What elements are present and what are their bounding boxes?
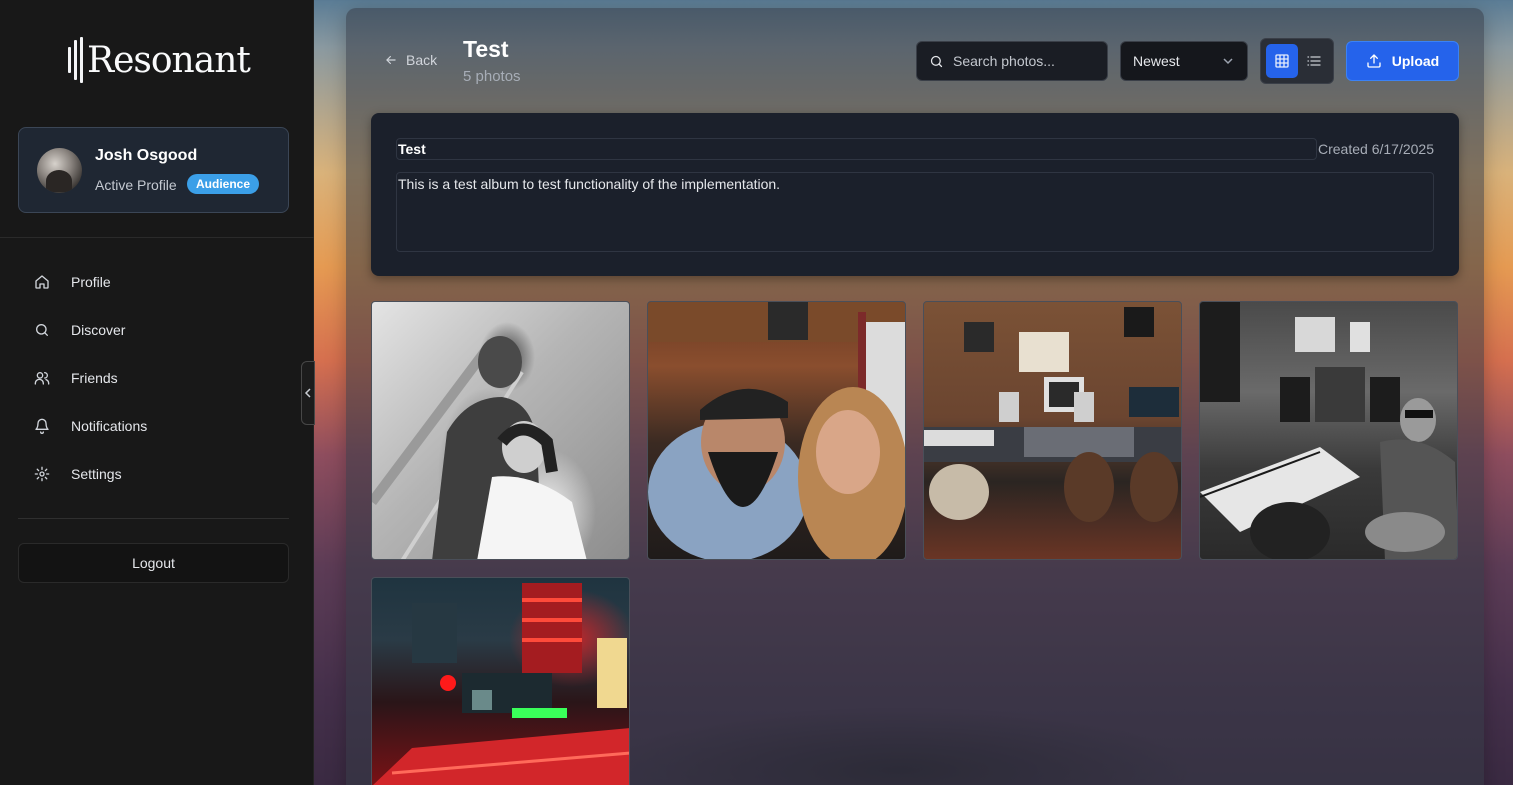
profile-name: Josh Osgood <box>95 147 198 164</box>
gear-icon <box>34 466 50 482</box>
logout-button[interactable]: Logout <box>18 543 289 583</box>
photo-count: 5 photos <box>463 68 521 85</box>
sidebar-item-discover[interactable]: Discover <box>0 306 314 354</box>
sidebar-item-label: Friends <box>71 370 118 386</box>
studio-bw-photo-image <box>1200 302 1457 559</box>
users-icon <box>34 372 50 385</box>
photo-thumbnail[interactable] <box>647 301 906 560</box>
album-description-field[interactable]: This is a test album to test functionali… <box>396 172 1434 252</box>
sort-value: Newest <box>1133 53 1180 69</box>
back-button[interactable]: Back <box>384 52 437 68</box>
grid-icon <box>1275 54 1289 68</box>
app-logo[interactable]: Resonant <box>68 36 251 84</box>
profile-status: Active Profile <box>95 177 177 193</box>
list-icon <box>1307 56 1321 66</box>
chevron-down-icon <box>1223 57 1233 64</box>
bell-icon <box>35 418 49 434</box>
wedding-photo-image <box>372 336 587 559</box>
logo-mark-icon <box>68 37 83 83</box>
search-icon <box>36 324 48 336</box>
upload-icon <box>1367 54 1381 68</box>
divider <box>0 237 314 238</box>
divider <box>18 518 289 519</box>
sidebar-item-settings[interactable]: Settings <box>0 450 314 498</box>
search-icon <box>930 55 943 67</box>
photo-thumbnail[interactable] <box>1199 301 1458 560</box>
chevron-left-icon <box>304 388 311 398</box>
selfie-photo-image <box>648 302 905 559</box>
photo-thumbnail[interactable] <box>371 577 630 785</box>
sidebar-item-friends[interactable]: Friends <box>0 354 314 402</box>
red-studio-photo-image <box>373 583 629 785</box>
search-box[interactable] <box>916 41 1108 81</box>
avatar <box>37 148 82 193</box>
sidebar-item-label: Settings <box>71 466 122 482</box>
list-view-button[interactable] <box>1298 44 1330 78</box>
sidebar-item-notifications[interactable]: Notifications <box>0 402 314 450</box>
view-toggle <box>1260 38 1334 84</box>
photo-thumbnail[interactable] <box>923 301 1182 560</box>
sidebar-item-profile[interactable]: Profile <box>0 258 314 306</box>
album-details-card: Test Created 6/17/2025 This is a test al… <box>371 113 1459 276</box>
page-title: Test <box>463 36 509 62</box>
sort-select[interactable]: Newest <box>1120 41 1248 81</box>
album-created-date: Created 6/17/2025 <box>1318 141 1434 157</box>
active-profile-card[interactable]: Josh Osgood Active Profile Audience <box>18 127 289 213</box>
home-icon <box>35 275 49 289</box>
sidebar: Resonant Josh Osgood Active Profile Audi… <box>0 0 314 785</box>
upload-label: Upload <box>1391 53 1440 69</box>
upload-button[interactable]: Upload <box>1346 41 1459 81</box>
back-label: Back <box>406 52 438 68</box>
grid-view-button[interactable] <box>1266 44 1298 78</box>
sidebar-collapse-button[interactable] <box>301 361 315 425</box>
arrow-left-icon <box>386 55 396 65</box>
sidebar-nav: Profile Discover Friends Notifications S… <box>0 258 314 498</box>
profile-type-badge: Audience <box>187 174 260 194</box>
logo-text: Resonant <box>87 39 251 81</box>
album-name-field[interactable]: Test <box>396 138 1317 160</box>
sidebar-item-label: Discover <box>71 322 126 338</box>
studio-desk-photo-image <box>924 307 1181 522</box>
photo-thumbnail[interactable] <box>371 301 630 560</box>
sidebar-item-label: Notifications <box>71 418 148 434</box>
search-input[interactable] <box>953 53 1103 69</box>
sidebar-item-label: Profile <box>71 274 111 290</box>
